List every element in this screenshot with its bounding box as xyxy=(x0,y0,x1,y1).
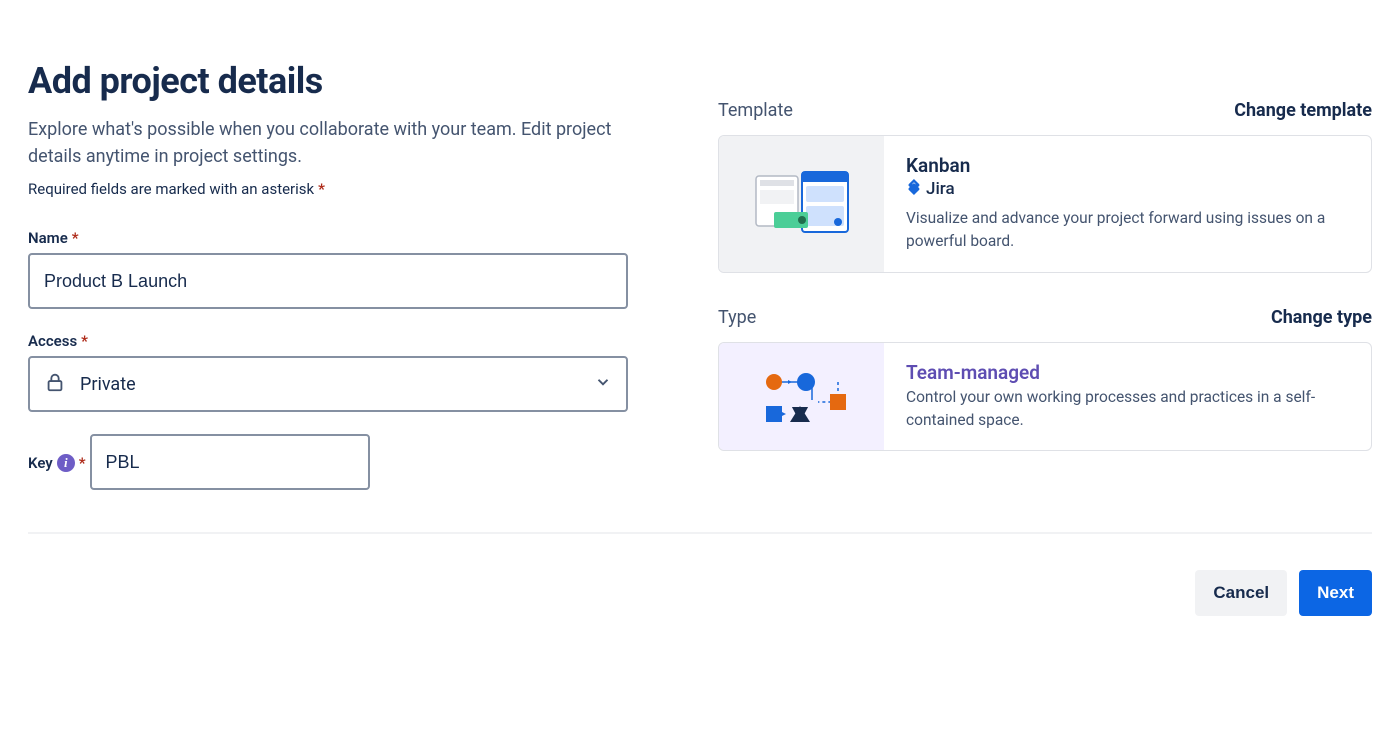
access-select[interactable]: Private xyxy=(28,356,628,412)
chevron-down-icon xyxy=(594,373,612,395)
change-template-button[interactable]: Change template xyxy=(1234,100,1372,121)
lock-icon xyxy=(44,371,66,397)
template-section-label: Template xyxy=(718,100,793,121)
type-section-label: Type xyxy=(718,307,756,328)
template-desc: Visualize and advance your project forwa… xyxy=(906,207,1349,254)
name-label: Name* xyxy=(28,229,79,247)
page-subtitle: Explore what's possible when you collabo… xyxy=(28,116,628,170)
access-value: Private xyxy=(80,374,136,395)
type-desc: Control your own working processes and p… xyxy=(906,386,1349,433)
footer-actions: Cancel Next xyxy=(28,532,1372,616)
access-label: Access* xyxy=(28,332,88,350)
page-title: Add project details xyxy=(28,60,628,102)
name-input[interactable] xyxy=(28,253,628,309)
kanban-illustration xyxy=(719,136,884,272)
type-name: Team-managed xyxy=(906,361,1349,384)
jira-icon xyxy=(906,179,922,199)
team-managed-illustration xyxy=(719,343,884,451)
template-name: Kanban xyxy=(906,154,1349,177)
key-input[interactable] xyxy=(90,434,370,490)
info-icon[interactable]: i xyxy=(57,454,75,472)
required-fields-note: Required fields are marked with an aster… xyxy=(28,180,628,198)
next-button[interactable]: Next xyxy=(1299,570,1372,616)
type-card[interactable]: Team-managed Control your own working pr… xyxy=(718,342,1372,452)
template-brand: Jira xyxy=(906,179,1349,199)
template-card[interactable]: Kanban Jira Visualize and advance your p… xyxy=(718,135,1372,273)
cancel-button[interactable]: Cancel xyxy=(1195,570,1287,616)
key-label: Key i * xyxy=(28,454,86,472)
change-type-button[interactable]: Change type xyxy=(1271,307,1372,328)
